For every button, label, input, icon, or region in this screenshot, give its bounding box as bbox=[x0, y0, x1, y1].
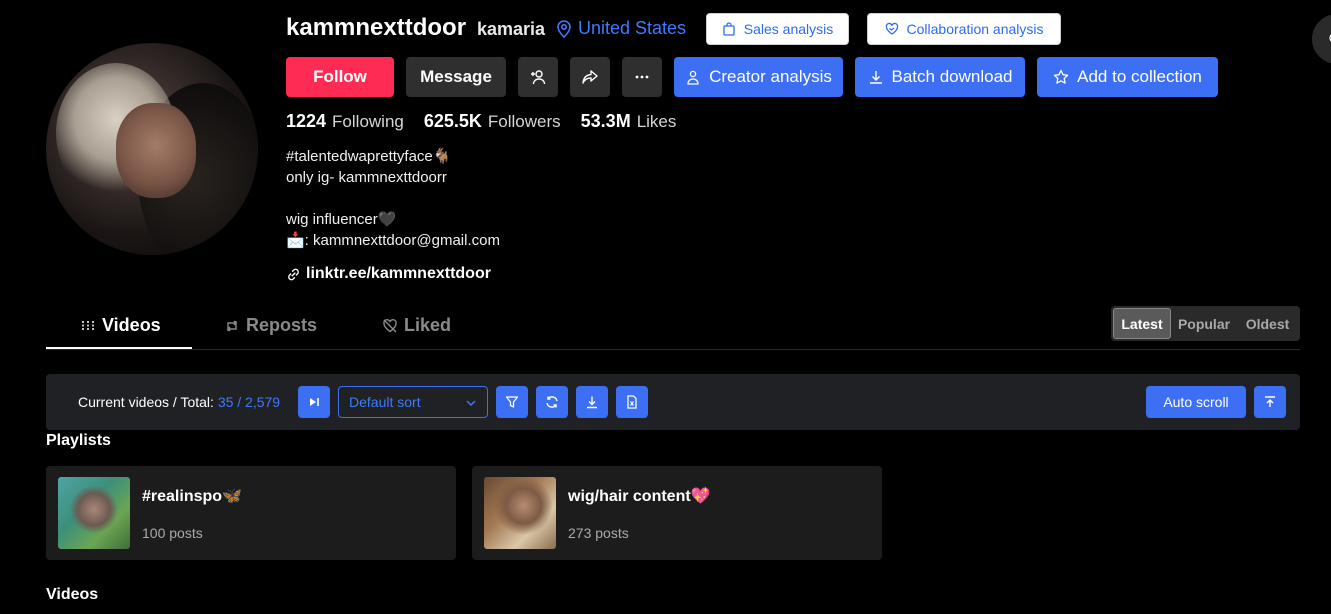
location: United States bbox=[556, 18, 686, 39]
follow-button[interactable]: Follow bbox=[286, 57, 394, 97]
bars-icon bbox=[82, 320, 94, 331]
sales-analysis-button[interactable]: Sales analysis bbox=[706, 13, 849, 45]
skip-end-icon bbox=[310, 398, 319, 406]
video-count-value: 35 / 2,579 bbox=[217, 394, 281, 410]
bio-link-text: linktr.ee/kammnexttdoor bbox=[306, 265, 491, 282]
sales-analysis-label: Sales analysis bbox=[743, 21, 834, 37]
add-user-icon bbox=[531, 70, 546, 85]
sort-popular[interactable]: Popular bbox=[1171, 308, 1237, 339]
floating-action-button[interactable]: ⊘ bbox=[1312, 14, 1331, 64]
tab-reposts[interactable]: Reposts bbox=[224, 315, 317, 336]
repost-icon bbox=[227, 320, 237, 331]
bio-line: wig influencer🖤 bbox=[286, 211, 397, 228]
export-excel-button[interactable] bbox=[616, 386, 648, 418]
playlist-title: #realinspo🦋 bbox=[142, 488, 242, 505]
filter-icon bbox=[505, 396, 519, 408]
star-icon bbox=[1053, 69, 1069, 84]
playlist-thumbnail bbox=[484, 477, 556, 549]
sort-oldest[interactable]: Oldest bbox=[1237, 308, 1298, 339]
tab-liked-label: Liked bbox=[404, 315, 452, 335]
active-tab-indicator bbox=[46, 347, 192, 349]
skip-to-end-button[interactable] bbox=[298, 386, 330, 418]
bio-line: only ig- kammnexttdoorr bbox=[286, 169, 447, 186]
bag-icon bbox=[723, 22, 735, 36]
heart-handshake-icon bbox=[885, 22, 898, 35]
playlist-thumbnail bbox=[58, 477, 130, 549]
avatar[interactable] bbox=[46, 43, 258, 255]
location-pin-icon bbox=[557, 19, 571, 38]
likes-label: Likes bbox=[636, 112, 677, 131]
creator-analysis-button[interactable]: Creator analysis bbox=[674, 57, 843, 97]
sort-select-value: Default sort bbox=[349, 394, 421, 410]
bio-link[interactable]: linktr.ee/kammnexttdoor bbox=[286, 265, 491, 283]
bio: #talentedwaprettyface🐐 only ig- kammnextt… bbox=[286, 146, 500, 251]
share-button[interactable] bbox=[570, 57, 610, 97]
download-icon bbox=[587, 396, 597, 409]
refresh-icon bbox=[546, 396, 558, 408]
add-to-collection-button[interactable]: Add to collection bbox=[1037, 57, 1218, 97]
download-button[interactable] bbox=[576, 386, 608, 418]
followers-label: Followers bbox=[487, 112, 561, 131]
arrow-to-top-icon bbox=[1265, 396, 1275, 407]
link-icon bbox=[288, 268, 299, 280]
username: kammnexttdoor bbox=[286, 14, 467, 41]
more-button[interactable] bbox=[622, 57, 662, 97]
nickname: kamaria bbox=[477, 19, 546, 39]
batch-download-button[interactable]: Batch download bbox=[855, 57, 1025, 97]
video-toolbar: Current videos / Total: 35 / 2,579 Defau… bbox=[46, 374, 1300, 430]
auto-scroll-button[interactable]: Auto scroll bbox=[1146, 386, 1246, 418]
filter-button[interactable] bbox=[496, 386, 528, 418]
tab-liked[interactable]: Liked bbox=[382, 315, 451, 336]
sort-latest[interactable]: Latest bbox=[1113, 308, 1171, 339]
more-dots-icon bbox=[635, 75, 649, 79]
sort-select[interactable]: Default sort bbox=[338, 386, 488, 418]
bio-line: 📩: kammnexttdoor@gmail.com bbox=[286, 232, 500, 249]
likes-count: 53.3M bbox=[580, 111, 631, 131]
followers-count: 625.5K bbox=[423, 111, 482, 131]
add-friend-button[interactable] bbox=[518, 57, 558, 97]
tab-reposts-label: Reposts bbox=[246, 315, 318, 335]
tab-videos-label: Videos bbox=[102, 315, 161, 335]
playlists-heading: Playlists bbox=[46, 432, 111, 449]
playlist-title: wig/hair content💖 bbox=[568, 488, 711, 505]
location-text: United States bbox=[578, 18, 687, 38]
video-count: Current videos / Total: 35 / 2,579 bbox=[78, 394, 280, 410]
scroll-to-top-button[interactable] bbox=[1254, 386, 1286, 418]
refresh-button[interactable] bbox=[536, 386, 568, 418]
following-count: 1224 bbox=[286, 111, 327, 131]
user-chart-icon bbox=[687, 70, 699, 85]
share-icon bbox=[582, 70, 598, 84]
playlist-card[interactable]: #realinspo🦋 100 posts bbox=[46, 466, 456, 560]
bio-line: #talentedwaprettyface🐐 bbox=[286, 148, 452, 165]
playlist-post-count: 273 posts bbox=[568, 525, 629, 541]
playlist-card[interactable]: wig/hair content💖 273 posts bbox=[472, 466, 882, 560]
download-icon bbox=[869, 71, 882, 84]
playlist-post-count: 100 posts bbox=[142, 525, 203, 541]
message-button[interactable]: Message bbox=[406, 57, 506, 97]
creator-analysis-label: Creator analysis bbox=[709, 67, 832, 86]
add-to-collection-label: Add to collection bbox=[1077, 67, 1202, 86]
chevron-down-icon bbox=[466, 400, 476, 406]
excel-file-icon bbox=[627, 395, 637, 409]
video-count-label: Current videos / Total: bbox=[78, 394, 214, 410]
collaboration-analysis-button[interactable]: Collaboration analysis bbox=[867, 13, 1061, 45]
videos-heading: Videos bbox=[46, 586, 99, 603]
collaboration-analysis-label: Collaboration analysis bbox=[906, 21, 1044, 37]
tab-videos[interactable]: Videos bbox=[80, 315, 161, 336]
following-label: Following bbox=[332, 112, 404, 131]
batch-download-label: Batch download bbox=[891, 67, 1013, 86]
sort-toggle: Latest Popular Oldest bbox=[1111, 306, 1300, 341]
profile-stats: 1224 Following 625.5K Followers 53.3M Li… bbox=[286, 111, 696, 132]
heart-off-icon bbox=[383, 318, 397, 332]
